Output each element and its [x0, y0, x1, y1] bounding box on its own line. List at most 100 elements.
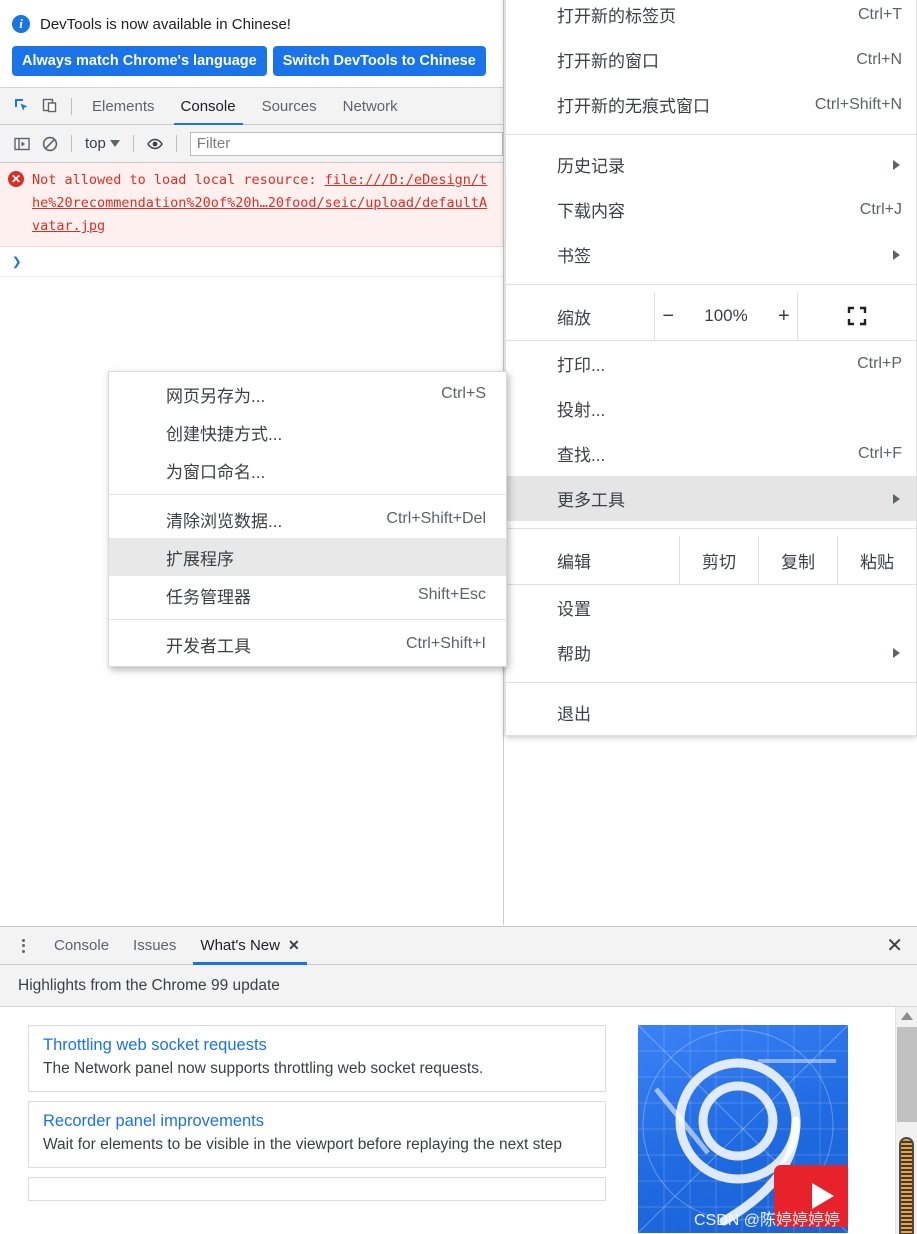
card-title[interactable]: Throttling web socket requests [43, 1036, 591, 1055]
drawer-tab-label: Issues [133, 937, 177, 954]
menu-label: 退出 [557, 705, 591, 724]
menu-item-settings[interactable]: 设置 [506, 585, 916, 630]
submenu-accelerator: Shift+Esc [417, 586, 486, 603]
clear-console-icon[interactable] [36, 131, 64, 157]
submenu-label: 为窗口命名... [166, 462, 266, 482]
copy-button[interactable]: 复制 [758, 536, 837, 584]
screenshot-root: i DevTools is now available in Chinese! … [0, 0, 917, 1234]
chrome-main-menu: 打开新的标签页 Ctrl+T 打开新的窗口 Ctrl+N 打开新的无痕式窗口 C… [505, 0, 917, 736]
drawer-tab-issues[interactable]: Issues [121, 927, 188, 965]
menu-item-exit[interactable]: 退出 [506, 690, 916, 735]
menu-label: 打开新的窗口 [557, 52, 659, 71]
menu-item-downloads[interactable]: 下载内容 Ctrl+J [506, 187, 916, 232]
device-toolbar-icon[interactable] [36, 93, 64, 119]
submenu-label: 创建快捷方式... [166, 424, 283, 444]
scroll-up-arrow-icon[interactable] [900, 1012, 913, 1020]
scrollbar-thumb[interactable] [897, 1027, 917, 1122]
sidebar-toggle-icon[interactable] [8, 131, 36, 157]
menu-item-cast[interactable]: 投射... [506, 386, 916, 431]
drawer-close-icon[interactable]: ✕ [886, 936, 903, 956]
drawer-tab-console[interactable]: Console [42, 927, 121, 965]
live-expression-icon[interactable] [141, 131, 169, 157]
card-description: Wait for elements to be visible in the v… [43, 1136, 562, 1153]
close-icon[interactable]: ✕ [288, 937, 300, 954]
tab-network[interactable]: Network [330, 88, 411, 125]
whats-new-cards: Throttling web socket requests The Netwo… [0, 1025, 620, 1234]
menu-label: 设置 [557, 600, 591, 619]
watermark: CSDN @陈婷婷婷婷 [693, 1212, 840, 1229]
kebab-menu-icon[interactable] [10, 933, 36, 959]
tab-console[interactable]: Console [168, 88, 249, 125]
tab-elements[interactable]: Elements [79, 88, 168, 125]
submenu-label: 开发者工具 [166, 636, 251, 656]
menu-label: 帮助 [557, 645, 591, 664]
console-context-selector[interactable]: top [79, 135, 126, 152]
error-icon: ✕ [8, 171, 24, 187]
os-scrollbar[interactable] [899, 1137, 914, 1234]
devtools-language-banner: i DevTools is now available in Chinese! … [0, 0, 503, 88]
console-error-message[interactable]: ✕ Not allowed to load local resource: fi… [0, 163, 503, 247]
console-filter-input[interactable] [189, 131, 503, 156]
console-context-value: top [85, 135, 106, 152]
submenu-divider [109, 619, 506, 620]
menu-item-new-tab[interactable]: 打开新的标签页 Ctrl+T [506, 0, 916, 37]
submenu-accelerator: Ctrl+Shift+I [405, 635, 486, 652]
whats-new-card[interactable]: Recorder panel improvements Wait for ele… [28, 1101, 606, 1168]
switch-devtools-language-button[interactable]: Switch DevTools to Chinese [272, 46, 486, 76]
submenu-item-task-manager[interactable]: 任务管理器 Shift+Esc [109, 576, 506, 614]
submenu-label: 网页另存为... [166, 386, 266, 406]
console-input-row[interactable]: ❯ [0, 247, 503, 277]
fullscreen-icon[interactable] [798, 292, 916, 340]
chrome-99-video-thumbnail[interactable]: CSDN @陈婷婷婷婷 [638, 1025, 848, 1233]
menu-item-print[interactable]: 打印... Ctrl+P [506, 341, 916, 386]
submenu-item-name-window[interactable]: 为窗口命名... [109, 451, 506, 489]
submenu-item-developer-tools[interactable]: 开发者工具 Ctrl+Shift+I [109, 625, 506, 663]
zoom-label: 缩放 [557, 308, 591, 328]
submenu-accelerator: Ctrl+S [441, 385, 486, 402]
menu-accelerator: Ctrl+N [856, 50, 902, 68]
menu-label: 打印... [557, 356, 606, 375]
inspect-element-icon[interactable] [8, 93, 36, 119]
submenu-item-extensions[interactable]: 扩展程序 [109, 538, 506, 576]
whats-new-video-column: CSDN @陈婷婷婷婷 [620, 1025, 917, 1234]
whats-new-body: Throttling web socket requests The Netwo… [0, 1007, 917, 1234]
submenu-arrow-icon [893, 493, 900, 504]
zoom-out-button[interactable]: − [662, 305, 674, 328]
menu-item-more-tools[interactable]: 更多工具 [506, 476, 916, 521]
paste-button[interactable]: 粘贴 [837, 536, 916, 584]
menu-item-help[interactable]: 帮助 [506, 630, 916, 675]
console-toolbar-divider-2 [132, 135, 134, 152]
edit-label: 编辑 [557, 552, 591, 572]
drawer-tabbar: Console Issues What's New ✕ ✕ [0, 927, 917, 965]
always-match-language-button[interactable]: Always match Chrome's language [12, 46, 267, 76]
menu-edit-row: 编辑 剪切 复制 粘贴 [506, 536, 916, 584]
menu-accelerator: Ctrl+J [859, 200, 902, 218]
menu-item-new-window[interactable]: 打开新的窗口 Ctrl+N [506, 37, 916, 82]
console-toolbar-divider-3 [175, 135, 177, 152]
submenu-arrow-icon [893, 647, 900, 658]
whats-new-card-partial[interactable] [28, 1177, 606, 1201]
menu-item-new-incognito-window[interactable]: 打开新的无痕式窗口 Ctrl+Shift+N [506, 82, 916, 127]
submenu-item-clear-browsing-data[interactable]: 清除浏览数据... Ctrl+Shift+Del [109, 500, 506, 538]
whats-new-card[interactable]: Throttling web socket requests The Netwo… [28, 1025, 606, 1092]
menu-label: 历史记录 [557, 157, 625, 176]
submenu-item-save-page-as[interactable]: 网页另存为... Ctrl+S [109, 375, 506, 413]
submenu-divider [109, 494, 506, 495]
zoom-controls: − 100% + [654, 292, 798, 340]
menu-divider [506, 682, 916, 683]
tab-sources[interactable]: Sources [249, 88, 330, 125]
submenu-arrow-icon [893, 249, 900, 260]
submenu-accelerator: Ctrl+Shift+Del [386, 510, 486, 527]
os-scrollbar-thumb[interactable] [899, 1137, 914, 1234]
menu-item-bookmarks[interactable]: 书签 [506, 232, 916, 277]
card-title[interactable]: Recorder panel improvements [43, 1112, 591, 1131]
menu-item-find[interactable]: 查找... Ctrl+F [506, 431, 916, 476]
menu-divider [506, 528, 916, 529]
menu-label: 打开新的标签页 [557, 7, 676, 26]
cut-button[interactable]: 剪切 [679, 536, 758, 584]
drawer-tab-whats-new[interactable]: What's New ✕ [188, 927, 311, 965]
menu-accelerator: Ctrl+F [858, 444, 902, 462]
zoom-in-button[interactable]: + [778, 305, 790, 328]
submenu-item-create-shortcut[interactable]: 创建快捷方式... [109, 413, 506, 451]
menu-item-history[interactable]: 历史记录 [506, 142, 916, 187]
